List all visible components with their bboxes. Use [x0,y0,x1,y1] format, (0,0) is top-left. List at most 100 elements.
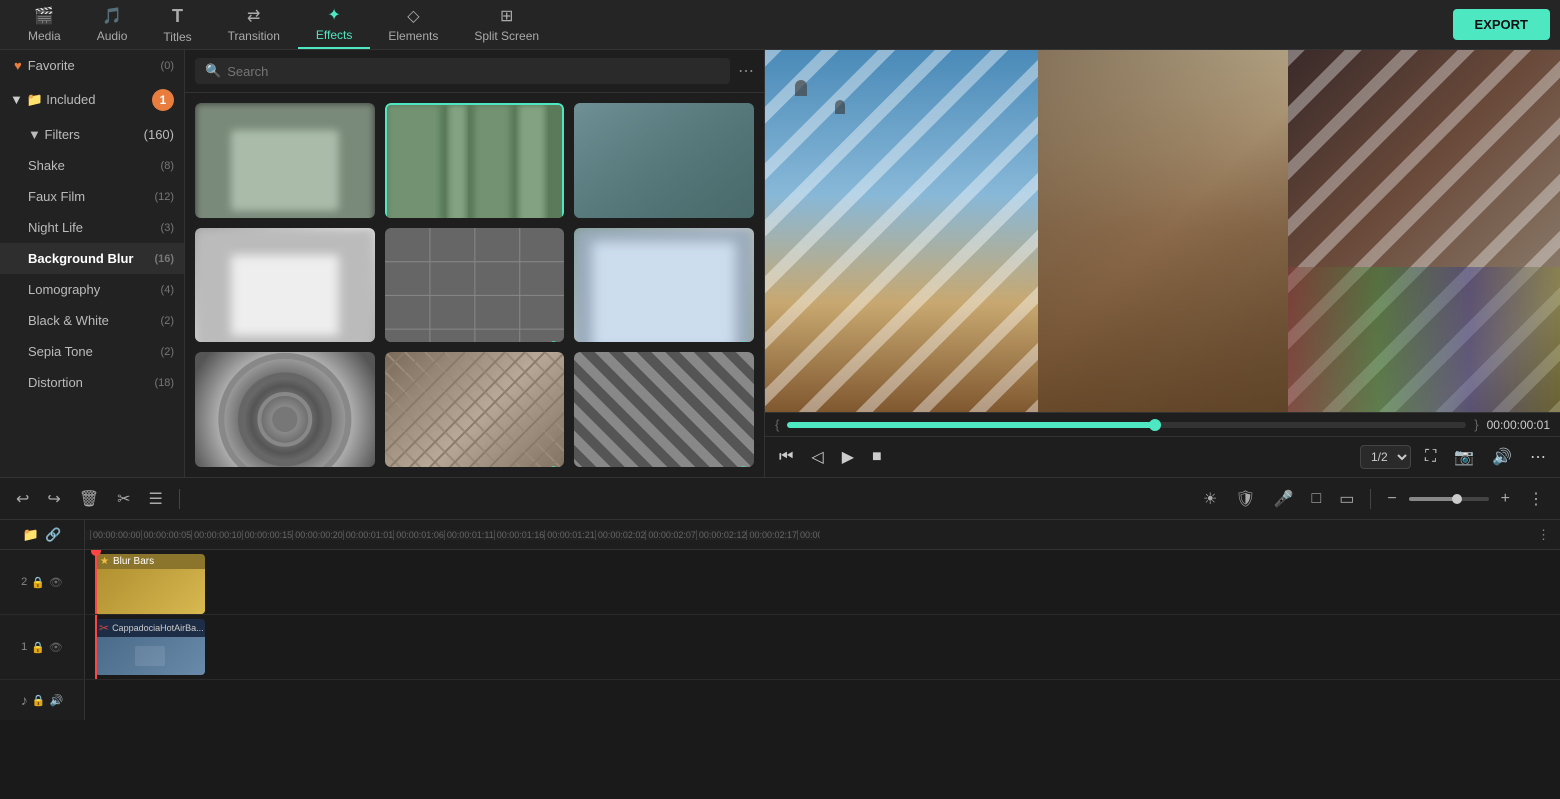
time-display: 00:00:00:01 [1487,418,1550,432]
captions-button[interactable]: □ [1306,486,1328,512]
effect-thumb-grey-grid: ⬇ [385,228,565,343]
sun-button[interactable]: ☀ [1197,485,1223,513]
effect-interwoven[interactable]: ⬇ Interwoven [385,352,565,467]
effect-slant-blur[interactable]: Slant Blur [574,103,754,218]
audio-eye-icon[interactable]: 🔊 [50,694,64,707]
lock-icon-2[interactable]: 🔒 [31,576,45,589]
audio-lock-icon[interactable]: 🔒 [32,694,46,707]
subtitle-button[interactable]: ▭ [1333,485,1360,513]
timeline-ruler: 00:00:00:00 00:00:00:05 00:00:00:10 00:0… [85,530,820,540]
shield-button[interactable]: 🛡 [1229,485,1261,513]
grid-icon[interactable]: ⋯ [738,61,754,81]
effects-icon: ✦ [327,5,340,25]
search-icon: 🔍 [205,63,221,79]
screenshot-button[interactable]: 📷 [1450,443,1478,471]
timeline-settings-icon[interactable]: ⋮ [1537,527,1550,543]
track-content-2[interactable]: ★ Blur Bars [85,550,1560,614]
sidebar-item-sepiatone[interactable]: Sepia Tone (2) [0,336,184,367]
timeline-right-tools: ⋮ [820,527,1560,543]
effect-thumb-slant-blur [574,103,754,218]
zoom-in-button[interactable]: + [1495,486,1516,512]
toolbar-separator-2 [1370,489,1371,509]
timeline-track-2: 2 🔒 👁 ★ Blur Bars [0,550,1560,615]
effect-frosted[interactable]: ⬇ Frosted [574,228,754,343]
search-input[interactable] [227,64,720,79]
effect-grey-grid[interactable]: ⬇ Grey Grid [385,228,565,343]
fullscreen-button[interactable]: ⛶ [1421,444,1440,470]
sidebar-item-backgroundblur[interactable]: Background Blur (16) [0,243,184,274]
sidebar-item-distortion[interactable]: Distortion (18) [0,367,184,398]
sidebar-item-fauxfilm[interactable]: Faux Film (12) [0,181,184,212]
eye-icon-1[interactable]: 👁 [49,641,63,654]
nav-elements[interactable]: ◇ Elements [370,0,456,49]
elements-icon: ◇ [407,6,419,26]
track-content-1[interactable]: ✂ CappadociaHotAirBa... [85,615,1560,679]
bracket-right: } [1474,417,1478,432]
playhead-2 [95,550,97,614]
quality-select[interactable]: 1/2 [1360,445,1411,469]
lock-icon-1[interactable]: 🔒 [31,641,45,654]
search-box[interactable]: 🔍 [195,58,730,84]
effect-basic-blur[interactable]: Basic Blur [195,103,375,218]
more-button[interactable]: ☰ [143,485,169,513]
play-button[interactable]: ▶ [838,443,858,471]
side-panel-button[interactable]: ⋮ [1522,485,1550,513]
effect-thumb-diamonds: ⬇ [574,352,754,467]
nav-splitscreen[interactable]: ⊞ Split Screen [456,0,557,49]
video-clip[interactable]: ✂ CappadociaHotAirBa... [95,619,205,675]
toolbar-separator-1 [179,489,180,509]
video-clip-thumb [95,637,205,675]
effect-blur-bars[interactable]: Blur Bars [385,103,565,218]
fx-star-icon: ★ [100,556,109,567]
effect-grey[interactable]: Grey [195,228,375,343]
zoom-out-button[interactable]: − [1381,486,1402,512]
redo-button[interactable]: ↪ [41,485,66,513]
sidebar-item-shake[interactable]: Shake (8) [0,150,184,181]
nav-media[interactable]: 🎬 Media [10,0,79,49]
link-icon[interactable]: 🔗 [45,527,61,543]
fx-clip-header: ★ Blur Bars [95,554,205,569]
track-header-2: 2 🔒 👁 [0,550,85,614]
step-back-button[interactable]: ⏮ [775,444,797,470]
audio-track-content[interactable] [85,680,1560,720]
sidebar-item-favorite[interactable]: ♥ Favorite (0) [0,50,184,81]
effects-toolbar: 🔍 ⋯ [185,50,764,93]
eye-icon-2[interactable]: 👁 [49,576,63,589]
sidebar-item-blackwhite[interactable]: Black & White (2) [0,305,184,336]
fx-clip[interactable]: ★ Blur Bars [95,554,205,614]
volume-button[interactable]: 🔊 [1488,443,1516,471]
timeline-tracks: 2 🔒 👁 ★ Blur Bars [0,550,1560,799]
audio-icon: 🎵 [102,6,122,26]
nav-audio[interactable]: 🎵 Audio [79,0,146,49]
settings-button[interactable]: ⋯ [1526,443,1550,471]
nav-titles[interactable]: T Titles [145,0,209,49]
undo-button[interactable]: ↩ [10,485,35,513]
media-icon: 🎬 [34,6,54,26]
stop-button[interactable]: ■ [868,444,886,470]
heart-icon: ♥ [14,58,22,73]
add-media-icon[interactable]: 📁 [23,527,39,543]
sidebar-filters-header[interactable]: ▼ Filters (160) [0,119,184,150]
progress-bar[interactable] [787,422,1466,428]
zoom-slider[interactable] [1409,497,1489,501]
nav-effects[interactable]: ✦ Effects [298,0,370,49]
effects-panel: 🔍 ⋯ Basic Blur [185,50,765,477]
sidebar-item-lomography[interactable]: Lomography (4) [0,274,184,305]
timeline-header: 📁 🔗 00:00:00:00 00:00:00:05 00:00:00:10 … [0,520,1560,550]
nav-transition[interactable]: ⇄ Transition [210,0,298,49]
splitscreen-icon: ⊞ [500,6,513,26]
effect-rings[interactable]: Rings [195,352,375,467]
track-number-1: 1 [21,641,27,653]
sidebar-included-header[interactable]: ▼ 📁 Included 1 [0,81,184,119]
ruler-marks: 00:00:00:00 00:00:00:05 00:00:00:10 00:0… [90,530,820,540]
audio-track-header: ♪ 🔒 🔊 [0,680,85,720]
fx-clip-label: Blur Bars [113,556,154,567]
delete-button[interactable]: 🗑 [73,485,105,513]
mic-button[interactable]: 🎤 [1268,485,1300,513]
export-button[interactable]: EXPORT [1453,9,1550,40]
effect-diamonds[interactable]: ⬇ Diamonds [574,352,754,467]
cut-button[interactable]: ✂ [111,485,136,513]
scissors-icon: ✂ [99,621,109,635]
frame-back-button[interactable]: ◁ [807,443,827,471]
sidebar-item-nightlife[interactable]: Night Life (3) [0,212,184,243]
